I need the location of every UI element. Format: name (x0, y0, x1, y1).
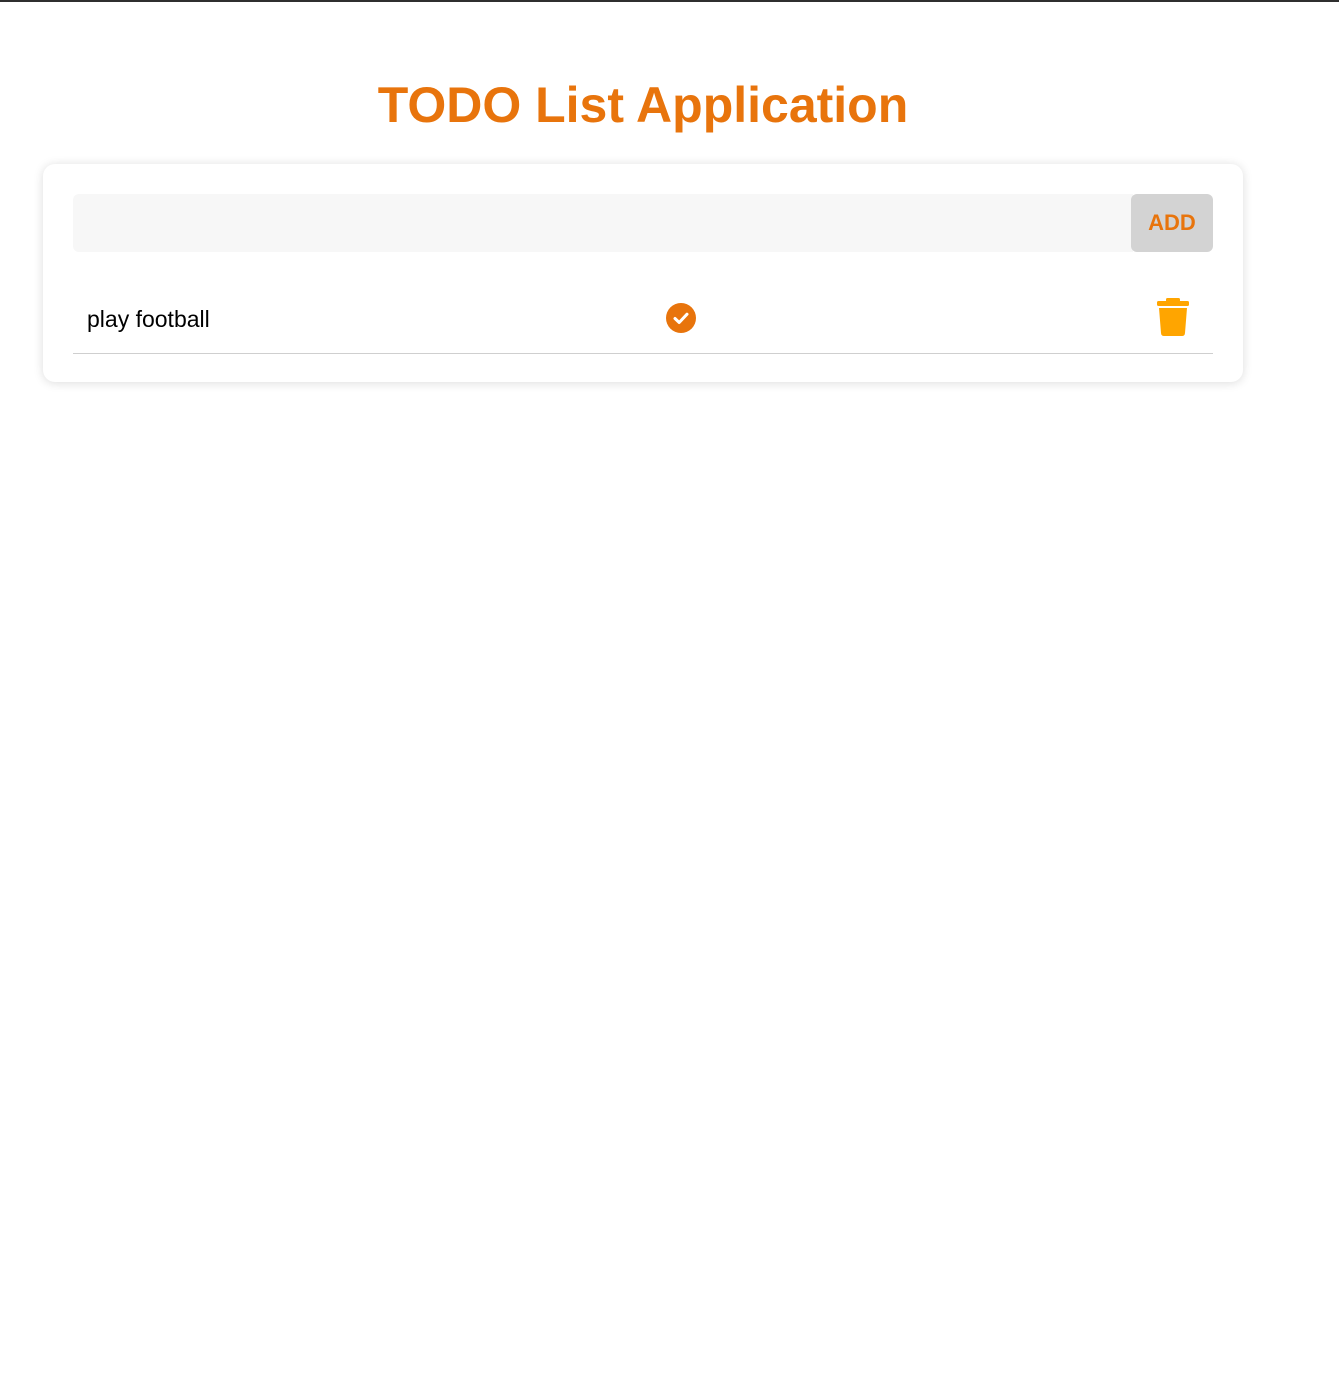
todo-list-item: play football (73, 288, 1213, 354)
add-todo-form: ADD (73, 194, 1213, 252)
add-button[interactable]: ADD (1131, 194, 1213, 252)
page-title: TODO List Application (377, 77, 909, 133)
todo-card: ADD play football (43, 164, 1243, 382)
check-circle-icon[interactable] (665, 302, 697, 334)
todo-text: play football (87, 306, 210, 332)
todo-input[interactable] (73, 194, 1133, 252)
trash-icon[interactable] (1156, 298, 1190, 336)
